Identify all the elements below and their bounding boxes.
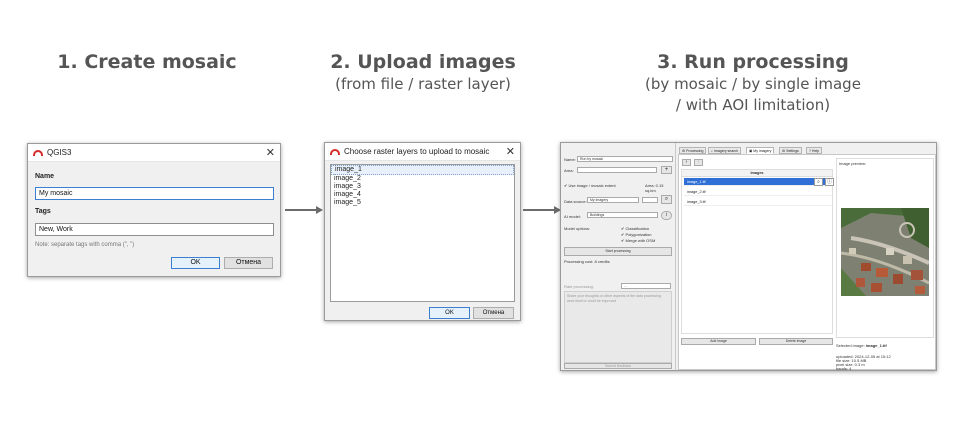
- close-icon[interactable]: ✕: [266, 146, 275, 159]
- raster-layer-list[interactable]: image_1 image_2 image_3 image_4 image_5: [330, 164, 515, 302]
- table-row[interactable]: image_3.tif: [684, 198, 834, 206]
- rate-select[interactable]: ---: [621, 283, 671, 289]
- submit-feedback-button[interactable]: Submit feedback: [564, 363, 672, 369]
- create-mosaic-dialog: QGIS3 ✕ Name My mosaic Tags New, Work No…: [27, 143, 281, 277]
- ok-button[interactable]: OK: [171, 257, 220, 269]
- info-icon[interactable]: i: [661, 211, 672, 220]
- zoom-icon[interactable]: ⌕: [814, 178, 823, 186]
- list-item[interactable]: image_2: [331, 175, 514, 183]
- step-1-title: 1. Create mosaic: [47, 50, 247, 74]
- tab-imagery-search[interactable]: ⌕ Imagery search: [708, 147, 742, 154]
- qgis-icon: [330, 148, 340, 155]
- data-source-select[interactable]: My imagery: [587, 197, 639, 203]
- option-merge-osm[interactable]: ✔ Merge with OSM: [621, 238, 655, 243]
- cancel-button[interactable]: Отмена: [473, 307, 514, 319]
- step-3-title: 3. Run processing (by mosaic / by single…: [628, 50, 878, 116]
- option-polygonization[interactable]: ✔ Polygonization: [621, 232, 652, 237]
- data-source-secondary-select[interactable]: [642, 197, 658, 203]
- rate-label: Rate processing:: [564, 284, 595, 289]
- step-1-heading: 1. Create mosaic: [57, 51, 237, 73]
- feedback-textarea[interactable]: Share your thoughts on other aspects of …: [564, 291, 672, 363]
- processing-plugin-window: Name: Run by mosaic Area: + ✔ Use image …: [560, 142, 937, 371]
- step-3-heading: 3. Run processing: [657, 51, 849, 73]
- upload-layers-dialog: Choose raster layers to upload to mosaic…: [324, 142, 521, 321]
- forward-arrow-icon[interactable]: ›: [694, 159, 703, 166]
- add-area-button[interactable]: +: [661, 166, 672, 174]
- tab-settings[interactable]: ⚙ Settings: [779, 147, 802, 154]
- step-2-title: 2. Upload images (from file / raster lay…: [318, 50, 528, 95]
- table-row[interactable]: image_1.tif: [684, 178, 834, 186]
- search-icon[interactable]: ⌕: [661, 195, 672, 204]
- tab-help[interactable]: ? Help: [806, 147, 823, 154]
- list-item[interactable]: image_1: [331, 165, 514, 175]
- area-select[interactable]: [577, 167, 657, 173]
- tab-processing[interactable]: ⚙ Processing: [679, 147, 707, 154]
- ai-model-select[interactable]: Buildings: [587, 212, 658, 218]
- tags-label: Tags: [35, 208, 51, 215]
- processing-name-input[interactable]: Run by mosaic: [577, 156, 673, 162]
- tags-input[interactable]: New, Work: [35, 223, 274, 236]
- close-icon[interactable]: ✕: [506, 145, 515, 158]
- step-2-subtitle: (from file / raster layer): [335, 75, 511, 93]
- start-processing-button[interactable]: Start processing: [564, 247, 672, 256]
- dialog-titlebar: QGIS3 ✕: [28, 144, 280, 162]
- images-table: Images image_1.tif ⌕ ⓘ image_2.tif image…: [681, 169, 834, 334]
- option-classification[interactable]: ✔ Classification: [621, 226, 649, 231]
- selected-image: Selected image: image_1.tif: [836, 343, 887, 348]
- use-extent-label: Use image / mosaic extent: [568, 183, 616, 188]
- name-input[interactable]: My mosaic: [35, 187, 274, 200]
- qgis-icon: [33, 149, 43, 156]
- step-3-subtitle: (by mosaic / by single image: [645, 75, 861, 93]
- image-preview-panel: Image preview:: [836, 158, 934, 338]
- list-item[interactable]: image_5: [331, 199, 514, 207]
- name-label: Name: [35, 173, 55, 180]
- step-3-subtitle-2: / with AOI limitation): [675, 96, 831, 114]
- dialog-title: QGIS3: [47, 148, 72, 157]
- area-label: Area:: [564, 168, 574, 173]
- processing-cost: Processing cost: 8 credits: [564, 259, 610, 264]
- list-item[interactable]: image_4: [331, 191, 514, 199]
- delete-image-button[interactable]: Delete image: [759, 338, 833, 345]
- meta-bands: bands: 4: [836, 366, 852, 371]
- info-icon[interactable]: ⓘ: [825, 178, 834, 186]
- add-image-button[interactable]: Add image: [681, 338, 756, 345]
- model-options-label: Model options:: [564, 226, 591, 231]
- dialog-titlebar: Choose raster layers to upload to mosaic…: [325, 143, 520, 161]
- dialog-title: Choose raster layers to upload to mosaic: [344, 147, 490, 156]
- cancel-button[interactable]: Отмена: [224, 257, 273, 269]
- tags-note: Note: separate tags with comma (", "): [35, 242, 135, 248]
- use-extent-checkbox[interactable]: ✔ Use image / mosaic extent: [564, 183, 616, 188]
- preview-label: Image preview:: [839, 161, 867, 166]
- my-imagery-panel: ‹ › Images image_1.tif ⌕ ⓘ image_2.tif i…: [678, 154, 936, 371]
- data-source-label: Data source:: [564, 199, 587, 204]
- table-row[interactable]: image_2.tif: [684, 188, 834, 196]
- back-arrow-icon[interactable]: ‹: [682, 159, 691, 166]
- ai-model-label: AI model:: [564, 214, 581, 219]
- step-2-heading: 2. Upload images: [330, 51, 516, 73]
- area-value: Area: 0.15 sq.km: [645, 183, 664, 193]
- list-item[interactable]: image_3: [331, 183, 514, 191]
- satellite-image-preview: [841, 208, 929, 296]
- images-header: Images: [682, 170, 832, 177]
- ok-button[interactable]: OK: [429, 307, 470, 319]
- arrow-icon: [523, 206, 561, 214]
- arrow-icon: [285, 206, 323, 214]
- name-label: Name:: [564, 157, 576, 162]
- processing-form: Name: Run by mosaic Area: + ✔ Use image …: [561, 143, 676, 370]
- tab-my-imagery[interactable]: ▣ My imagery: [746, 147, 775, 154]
